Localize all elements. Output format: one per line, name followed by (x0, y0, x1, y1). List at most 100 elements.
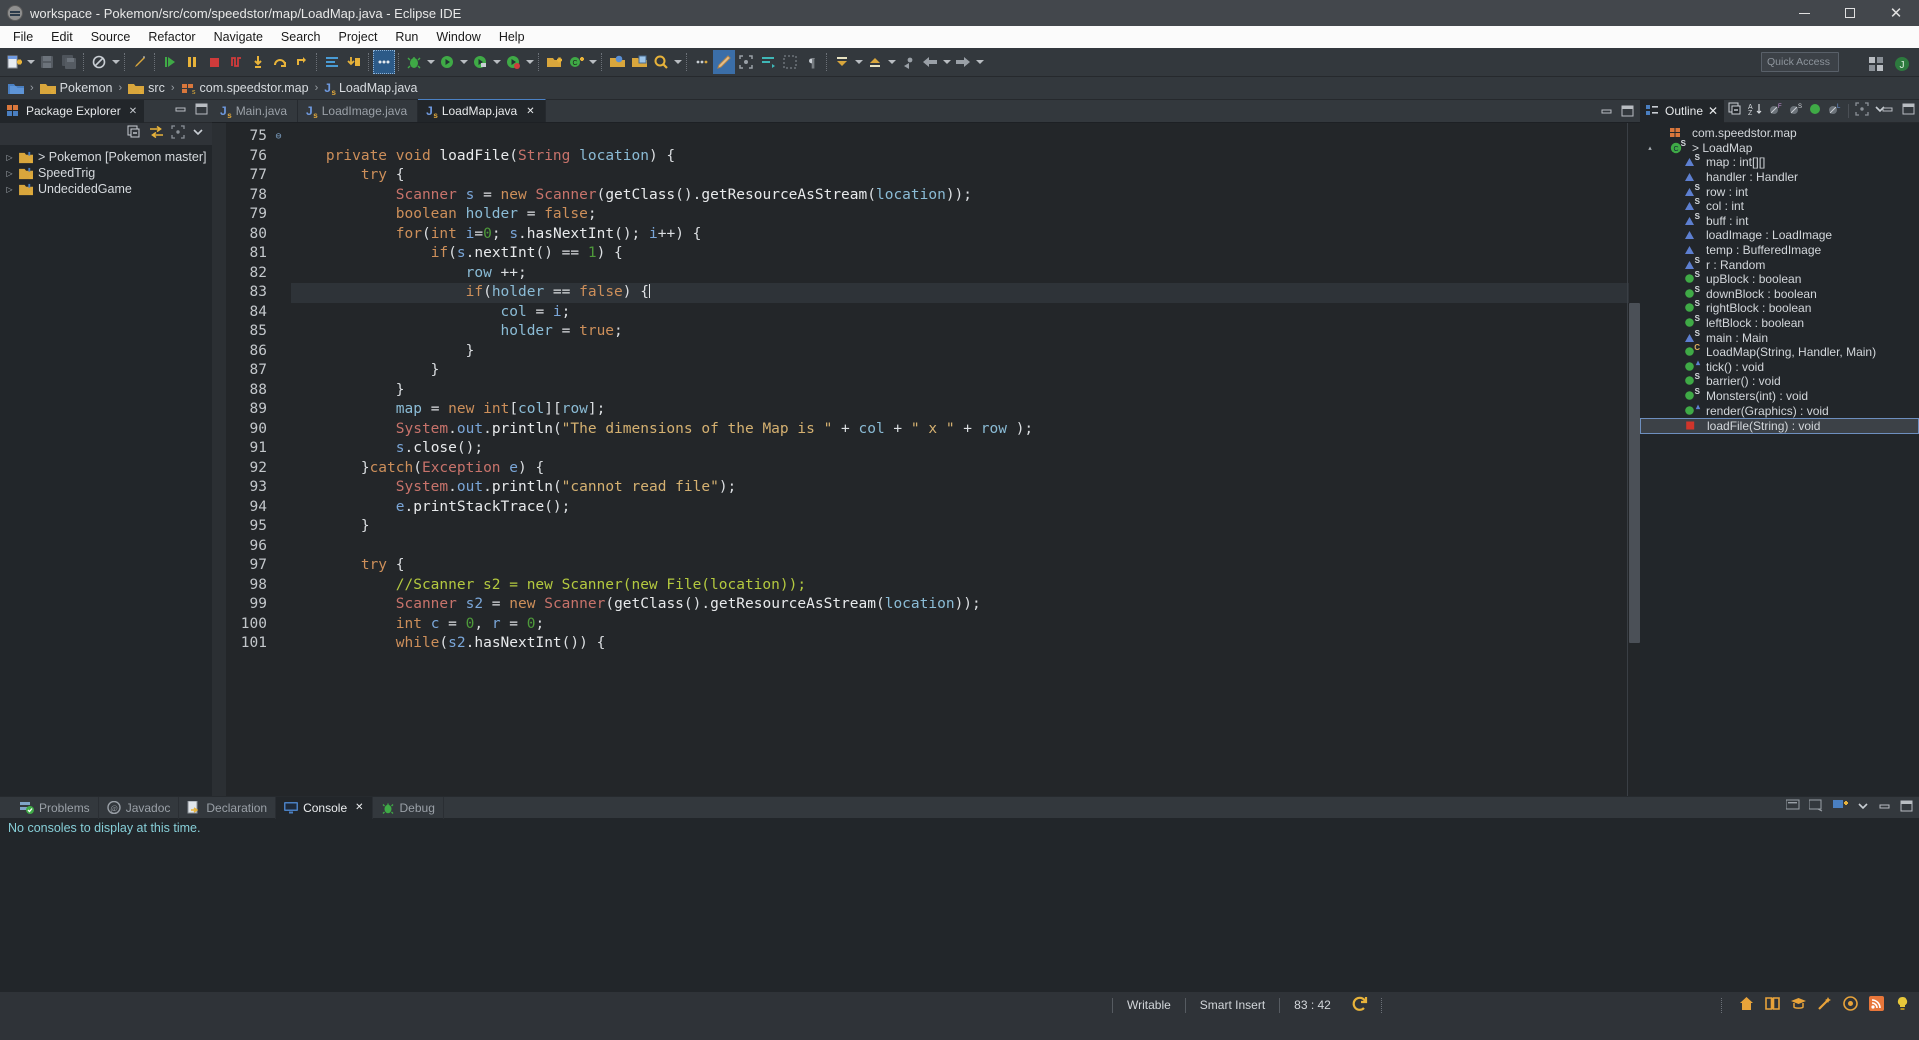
previous-annotation-dropdown[interactable] (886, 50, 897, 74)
outline-item[interactable]: SupBlock : boolean (1640, 270, 1919, 287)
show-whitespace-icon[interactable] (779, 50, 801, 74)
menu-item-source[interactable]: Source (82, 28, 140, 46)
debug-icon[interactable] (403, 50, 425, 74)
editor-scrollbar-thumb[interactable] (1629, 303, 1640, 643)
collapse-arrow-icon[interactable]: ▴ (1644, 144, 1656, 152)
code-line[interactable]: private void loadFile(String location) { (291, 147, 1640, 167)
tree-item-speedtrig[interactable]: ▷ s SpeedTrig (0, 165, 212, 181)
code-line[interactable]: } (291, 361, 1640, 381)
outline-item[interactable]: Srow : int (1640, 183, 1919, 199)
hide-static-icon[interactable]: S (1788, 102, 1803, 121)
outline-item[interactable]: Sr : Random (1640, 256, 1919, 272)
step-over-icon[interactable] (269, 50, 291, 74)
close-icon[interactable]: ✕ (129, 106, 137, 117)
tab-console[interactable]: Console ✕ (276, 796, 373, 819)
focus-icon[interactable] (735, 50, 757, 74)
open-type-icon[interactable] (606, 50, 628, 74)
editor-scrollbar-track[interactable] (1629, 123, 1640, 796)
source-code[interactable]: private void loadFile(String location) {… (285, 123, 1640, 796)
rss-icon[interactable] (1868, 995, 1885, 1015)
code-line[interactable]: Scanner s = new Scanner(getClass().getRe… (291, 186, 1640, 206)
maximize-icon[interactable] (1900, 799, 1913, 817)
step-into-icon[interactable] (247, 50, 269, 74)
display-selected-console-icon[interactable] (1785, 799, 1800, 817)
folding-ruler[interactable]: ⊖ (272, 123, 285, 796)
menu-item-help[interactable]: Help (490, 28, 534, 46)
close-icon[interactable]: ✕ (355, 802, 363, 813)
new-console-view-icon[interactable] (1833, 799, 1848, 817)
run-dropdown[interactable] (458, 50, 469, 74)
tree-item-undecidedgame[interactable]: ▷ s UndecidedGame (0, 181, 212, 197)
maximize-view-icon[interactable] (1621, 104, 1634, 122)
console-toggle-icon[interactable] (321, 50, 343, 74)
step-return-icon[interactable] (291, 50, 313, 74)
tab-debug[interactable]: Debug (373, 796, 444, 819)
editor-marker-gutter[interactable] (212, 123, 226, 796)
new-class-dropdown[interactable] (587, 50, 598, 74)
back-dropdown[interactable] (941, 50, 952, 74)
close-icon[interactable]: ✕ (526, 106, 534, 117)
code-line[interactable] (291, 127, 1640, 147)
menu-item-project[interactable]: Project (330, 28, 387, 46)
previous-annotation-icon[interactable] (864, 50, 886, 74)
code-line[interactable]: for(int i=0; s.hasNextInt(); i++) { (291, 225, 1640, 245)
debug-dropdown[interactable] (425, 50, 436, 74)
outline-item[interactable]: SrightBlock : boolean (1640, 299, 1919, 316)
menu-item-navigate[interactable]: Navigate (205, 28, 272, 46)
forward-icon[interactable] (952, 50, 974, 74)
code-line[interactable]: map = new int[col][row]; (291, 400, 1640, 420)
view-menu-icon[interactable] (1857, 799, 1869, 817)
menu-item-window[interactable]: Window (427, 28, 489, 46)
pencil-icon[interactable] (713, 50, 735, 74)
outline-item[interactable]: Smap : int[][] (1640, 153, 1919, 170)
code-line[interactable]: s.close(); (291, 439, 1640, 459)
tab-package-explorer[interactable]: Package Explorer ✕ (0, 99, 145, 123)
chevron-right-icon[interactable]: ▷ (4, 169, 15, 178)
coverage-icon[interactable] (469, 50, 491, 74)
more-icon[interactable] (373, 50, 395, 74)
code-editor[interactable]: 75 76 77 78 79 80 81 82 83 84 85 86 87 88 89 90 91 92 93 94… (212, 123, 1640, 796)
code-line[interactable]: } (291, 517, 1640, 537)
outline-tree[interactable]: com.speedstor.map ▴ C S > LoadMap Smap : int[… (1640, 123, 1919, 796)
maximize-icon[interactable] (1902, 102, 1915, 120)
save-all-icon[interactable] (58, 50, 80, 74)
code-line[interactable]: holder = true; (291, 322, 1640, 342)
terminate-icon[interactable] (203, 50, 225, 74)
outline-item[interactable]: handler : Handler (1640, 170, 1919, 185)
chevron-right-icon[interactable]: ▷ (4, 153, 15, 162)
focus-on-active-task-icon[interactable] (1855, 101, 1869, 121)
breakpoint-skip-icon[interactable] (88, 50, 110, 74)
tip-icon[interactable] (1894, 995, 1911, 1015)
code-line[interactable]: if(holder == false) { (291, 283, 1640, 303)
drop-to-frame-icon[interactable] (343, 50, 365, 74)
hide-local-types-icon[interactable]: L (1827, 102, 1842, 121)
focus-on-active-task-icon[interactable] (171, 124, 185, 144)
sort-icon[interactable]: AZ (1748, 102, 1763, 121)
code-line[interactable] (291, 537, 1640, 557)
outline-item[interactable]: Smain : Main (1640, 329, 1919, 345)
graduation-icon[interactable] (1790, 995, 1807, 1015)
view-menu-icon[interactable] (192, 125, 204, 143)
outline-item[interactable]: ▴ C S > LoadMap (1640, 139, 1919, 156)
outline-item[interactable]: temp : BufferedImage (1640, 243, 1919, 258)
forward-dropdown[interactable] (974, 50, 985, 74)
new-java-project-icon[interactable] (543, 50, 565, 74)
outline-item[interactable]: ▴ render(Graphics) : void (1640, 402, 1919, 418)
coverage-dropdown[interactable] (491, 50, 502, 74)
fold-marker[interactable]: ⊖ (272, 127, 285, 147)
run-icon[interactable] (436, 50, 458, 74)
back-icon[interactable] (919, 50, 941, 74)
quick-access-input[interactable]: Quick Access (1761, 52, 1839, 72)
link-with-editor-icon[interactable] (149, 125, 164, 144)
search-dropdown[interactable] (672, 50, 683, 74)
wand-icon[interactable] (1816, 995, 1833, 1015)
outline-item[interactable]: S Monsters(int) : void (1640, 387, 1919, 404)
code-line[interactable]: try { (291, 556, 1640, 576)
pilcrow-icon[interactable]: ¶ (801, 50, 823, 74)
breadcrumb-root[interactable] (8, 81, 24, 95)
minimize-icon[interactable] (1878, 799, 1891, 817)
tab-problems[interactable]: Problems (12, 796, 99, 819)
pencil-icon[interactable] (129, 50, 151, 74)
disconnect-icon[interactable] (225, 50, 247, 74)
minimize-icon[interactable] (174, 102, 187, 120)
